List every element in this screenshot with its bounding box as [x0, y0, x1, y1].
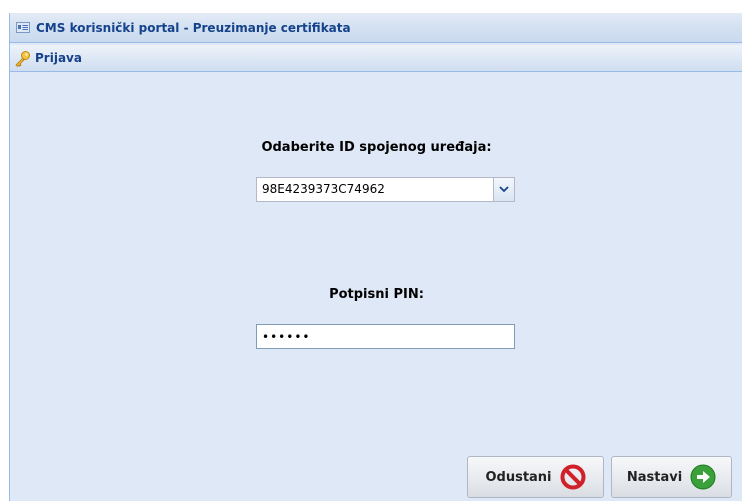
pin-input[interactable] [256, 324, 515, 349]
form-body: Odaberite ID spojenog uređaja: 98E423937… [10, 72, 742, 500]
chevron-down-icon[interactable] [493, 178, 514, 201]
arrow-right-icon [690, 464, 716, 490]
window-titlebar: CMS korisnički portal - Preuzimanje cert… [10, 13, 742, 43]
cancel-button-label: Odustani [485, 469, 552, 485]
window-title: CMS korisnički portal - Preuzimanje cert… [36, 20, 351, 35]
panel-header: Prijava [10, 45, 742, 72]
card-icon [16, 22, 30, 33]
pin-label: Potpisni PIN: [329, 287, 424, 302]
device-id-select[interactable]: 98E4239373C74962 [256, 177, 515, 202]
next-button-label: Nastavi [626, 469, 683, 485]
device-id-value: 98E4239373C74962 [262, 182, 385, 196]
cancel-button[interactable]: Odustani [467, 456, 604, 498]
device-id-label: Odaberite ID spojenog uređaja: [261, 140, 492, 155]
forbidden-icon [560, 464, 586, 490]
panel-title: Prijava [35, 51, 82, 65]
dialog-window: CMS korisnički portal - Preuzimanje cert… [9, 13, 742, 501]
key-icon [15, 50, 30, 67]
next-button[interactable]: Nastavi [611, 456, 732, 498]
